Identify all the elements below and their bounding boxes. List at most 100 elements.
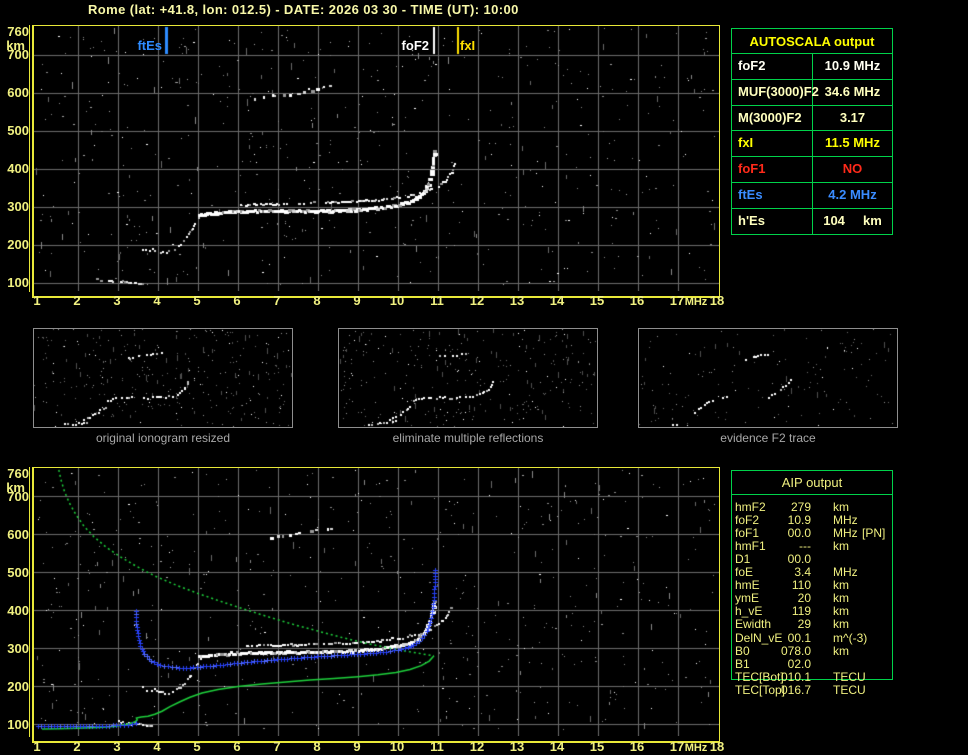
x-tick-label: 11 [430, 739, 444, 754]
autoscala-table-rows: foF2 10.9 MHz MUF(3000)F2 34.6 MHz M(3000)F2… [731, 54, 893, 235]
aip-row-hmf2: hmF2 279 km [731, 500, 893, 514]
autoscala-table-header: AUTOSCALA output [731, 28, 893, 54]
y-tick-label: 760 [7, 466, 29, 481]
aip-row-unit: MHz [833, 513, 858, 528]
x-axis-unit-label: MHz [684, 296, 708, 308]
autoscala-row-value: 10.9 MHz [824, 58, 881, 73]
aip-row-unit: km [833, 617, 849, 632]
aip-row-delnve: DelN_vE 00.1 m^(-3) [731, 630, 893, 645]
autoscala-row-label: fxI [732, 131, 813, 157]
aip-row-label: hmF1 [735, 539, 766, 554]
aip-row-value: 078.0 [780, 643, 811, 658]
aip-row-hme: hmE 110 km [731, 578, 893, 593]
aip-row-unit: km [833, 500, 849, 514]
aip-row-label: ymE [735, 591, 759, 606]
x-tick-label: 6 [233, 293, 241, 308]
y-tick-label: 200 [7, 678, 29, 694]
aip-row-label: B1 [735, 656, 750, 671]
autoscala-row-m3000f2: M(3000)F2 3.17 [731, 105, 893, 132]
x-tick-label: 8 [313, 739, 321, 754]
aip-row-unit: km [833, 591, 849, 606]
autoscala-row-fof1: foF1 NO [731, 157, 893, 183]
autoscala-row-value: 3.17 [839, 109, 866, 125]
profile-ionogram-plot [32, 467, 720, 743]
autoscala-row-value: NO [842, 161, 863, 177]
aip-row-value: 02.0 [787, 656, 811, 671]
aip-row-d1: D1 00.0 [731, 552, 893, 567]
autoscala-row-value: 104 km [823, 212, 882, 228]
aip-row-unit: km [833, 604, 849, 619]
y-tick-label: 600 [7, 84, 29, 100]
aip-row-unit: MHz [833, 565, 858, 580]
autoscala-row-value: 11.5 MHz [825, 135, 880, 151]
thumbnail-caption-eliminate: eliminate multiple reflections [392, 431, 544, 445]
aip-row-value: 10.9 [787, 513, 811, 528]
x-tick-label: 9 [353, 739, 361, 754]
thumbnail-caption-original: original ionogram resized [95, 431, 231, 445]
x-tick-label: 1 [33, 293, 41, 308]
y-tick-label: 200 [7, 236, 29, 252]
x-tick-label: 10 [389, 739, 405, 754]
autoscala-app-window: Rome (lat: +41.8, lon: 012.5) - DATE: 20… [0, 0, 968, 755]
aip-row-label: B0 [735, 643, 750, 658]
x-tick-label: 11 [430, 293, 444, 308]
aip-row-label: hmE [735, 578, 760, 593]
aip-row-yme: ymE 20 km [731, 591, 893, 606]
x-tick-label: 7 [273, 739, 281, 754]
autoscala-row-fof2: foF2 10.9 MHz [731, 54, 893, 80]
top-plot-axis-line [29, 25, 30, 292]
aip-row-hve: h_vE 119 km [731, 604, 893, 619]
aip-row-value: 279 [790, 500, 811, 514]
x-tick-label: 2 [73, 293, 81, 308]
aip-row-unit: TECU [833, 682, 866, 697]
autoscala-output-table: AUTOSCALA output foF2 10.9 MHz MUF(3000)F2… [731, 28, 893, 235]
y-tick-label: 300 [7, 198, 29, 214]
y-tick-label: 400 [7, 602, 29, 618]
y-tick-label: 100 [7, 274, 29, 290]
aip-row-label: D1 [735, 552, 751, 567]
thumbnail-eliminate-reflections [338, 328, 598, 428]
autoscala-row-fxi: fxI 11.5 MHz [731, 131, 893, 158]
x-axis-unit-label: MHz [684, 742, 708, 754]
thumbnail-evidence-f2 [638, 328, 898, 428]
y-tick-label: 500 [7, 122, 29, 138]
y-tick-label: 760 [7, 24, 29, 39]
autoscala-row-muf3000f2: MUF(3000)F2 34.6 MHz [731, 79, 893, 106]
station-date-time-title: Rome (lat: +41.8, lon: 012.5) - DATE: 20… [88, 2, 519, 17]
x-tick-label: 13 [509, 739, 525, 754]
x-tick-label: 1 [33, 739, 41, 754]
aip-row-unit: TECU [833, 669, 866, 684]
x-tick-label: 5 [193, 293, 201, 308]
x-tick-label: 14 [549, 739, 565, 754]
aip-row-value: 110 [791, 578, 811, 593]
x-tick-label: 7 [273, 293, 281, 308]
aip-row-value: 3.4 [794, 565, 811, 580]
autoscala-row-ftes: ftEs 4.2 MHz [731, 182, 893, 209]
aip-row-value: 016.7 [780, 682, 811, 697]
aip-row-value: 00.1 [787, 630, 811, 645]
aip-row-foe: foE 3.4 MHz [731, 565, 893, 580]
x-tick-label: 6 [233, 739, 241, 754]
x-tick-label: 3 [113, 293, 121, 308]
x-tick-label: 15 [589, 293, 605, 308]
x-tick-label: 2 [73, 739, 81, 754]
autoscala-row-value: 4.2 MHz [828, 186, 877, 202]
x-tick-label: 15 [589, 739, 605, 754]
x-tick-label: 8 [313, 293, 321, 308]
thumbnail-evidence-canvas [639, 329, 897, 427]
aip-row-label: h_vE [735, 604, 763, 619]
x-tick-label: 13 [509, 293, 525, 308]
bottom-plot-axis-line [29, 467, 30, 737]
aip-row-label: hmF2 [735, 500, 766, 514]
x-tick-label: 16 [629, 739, 645, 754]
recorded-ionogram-plot [32, 25, 720, 298]
aip-row-unit: km [833, 643, 849, 658]
aip-row-value: 010.1 [780, 669, 811, 684]
thumbnail-original-canvas [34, 329, 292, 427]
x-tick-label: 12 [469, 739, 485, 754]
aip-row-fof1: foF1 00.0 MHz [PN] [731, 526, 893, 540]
x-tick-label: 4 [153, 293, 161, 308]
aip-row-hmf1: hmF1 --- km [731, 539, 893, 554]
profile-ionogram-canvas [34, 468, 719, 736]
aip-row-value: 20 [797, 591, 811, 606]
